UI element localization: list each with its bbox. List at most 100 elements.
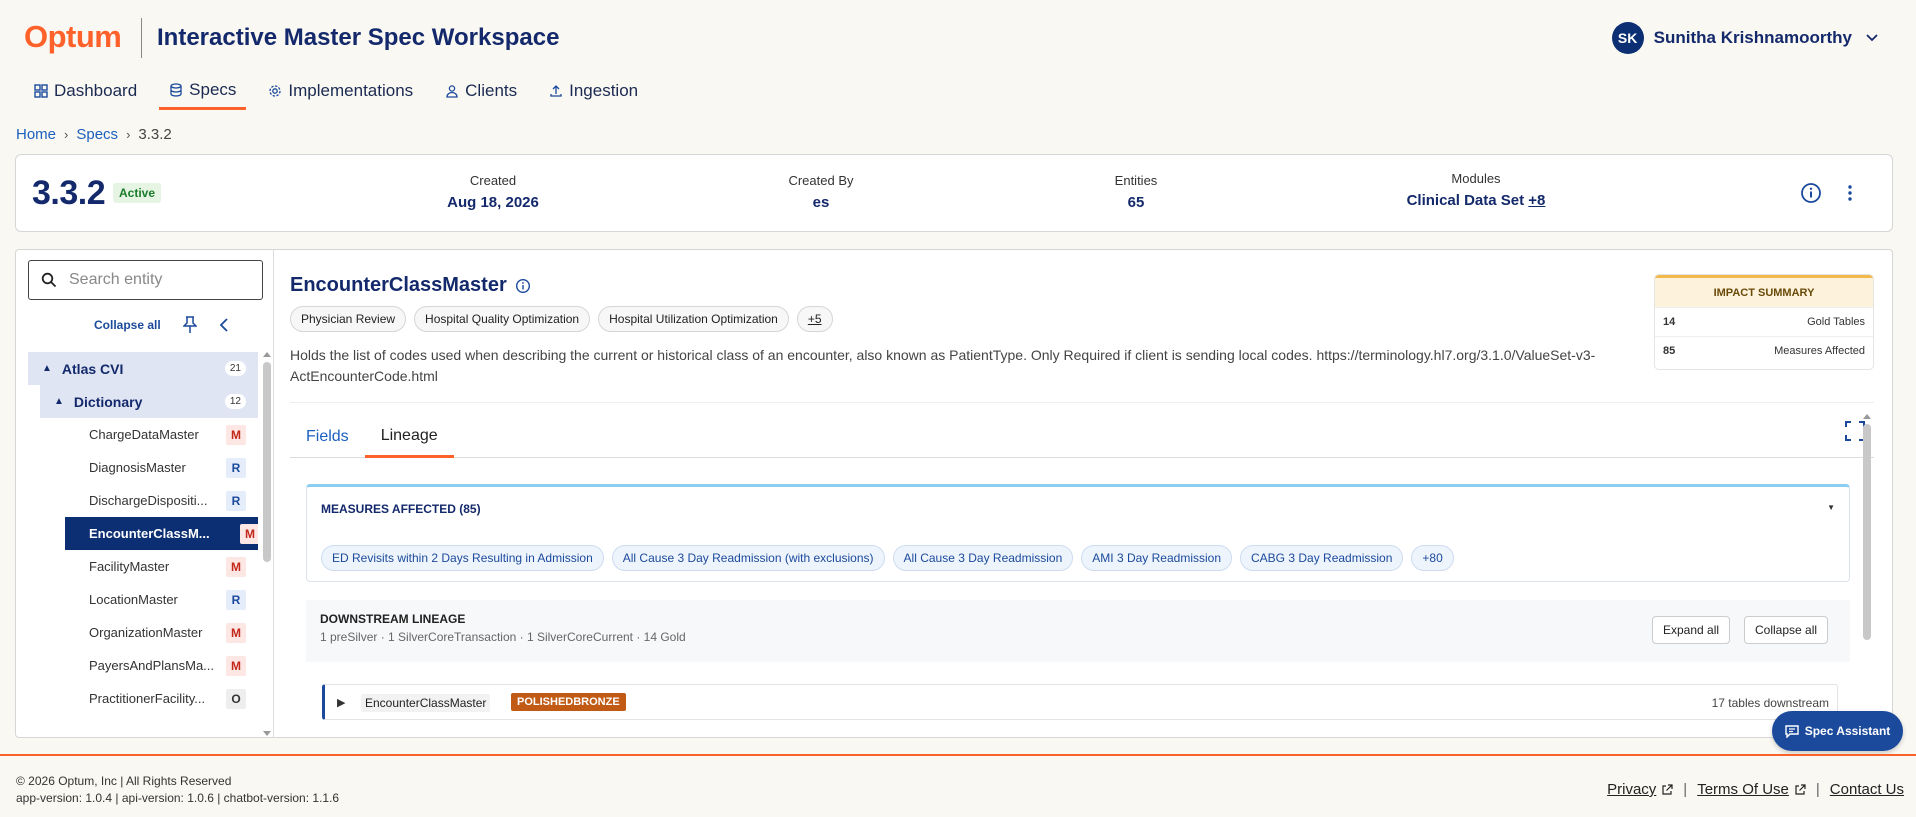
caret-down-icon[interactable]: ▼ bbox=[1827, 503, 1835, 512]
lineage-row[interactable]: ▶ EncounterClassMaster POLISHEDBRONZE 17… bbox=[322, 684, 1838, 720]
tree-subgroup-label: Dictionary bbox=[73, 393, 143, 410]
tree-item[interactable]: DiagnosisMaster R bbox=[28, 451, 258, 484]
caret-right-icon[interactable]: ▶ bbox=[337, 696, 345, 709]
tree-item[interactable]: ChargeDataMaster M bbox=[28, 418, 258, 451]
scrollbar-thumb[interactable] bbox=[263, 362, 271, 562]
layer-badge: POLISHEDBRONZE bbox=[511, 693, 626, 711]
tag-badge: M bbox=[226, 655, 246, 676]
modules-more-link[interactable]: +8 bbox=[1528, 192, 1545, 209]
impact-label: Gold Tables bbox=[1807, 316, 1865, 328]
more-vertical-icon[interactable] bbox=[1840, 183, 1860, 203]
impact-value: 85 bbox=[1663, 345, 1676, 357]
nav-clients[interactable]: Clients bbox=[435, 72, 527, 110]
measures-title: MEASURES AFFECTED (85) bbox=[321, 502, 481, 516]
tree-item[interactable]: OrganizationMaster M bbox=[28, 616, 258, 649]
tree-group-label: Atlas CVI bbox=[61, 360, 124, 377]
status-badge: Active bbox=[113, 183, 162, 203]
nav-specs[interactable]: Specs bbox=[159, 72, 247, 110]
search-box bbox=[28, 260, 263, 300]
tag-badge: M bbox=[240, 523, 258, 544]
privacy-label: Privacy bbox=[1607, 781, 1657, 798]
measures-affected-panel: MEASURES AFFECTED (85) ▼ ED Revisits wit… bbox=[306, 484, 1850, 582]
tree-item-label: PractitionerFacility... bbox=[89, 691, 206, 706]
upload-icon bbox=[550, 85, 562, 97]
nav-label: Specs bbox=[189, 79, 237, 99]
stat-value: Clinical Data Set +8 bbox=[1376, 192, 1576, 209]
privacy-link[interactable]: Privacy bbox=[1607, 781, 1673, 798]
pin-icon[interactable] bbox=[182, 316, 197, 334]
sidebar-scrollbar[interactable] bbox=[262, 350, 272, 736]
tree-group[interactable]: ▲ Atlas CVI 21 bbox=[28, 352, 258, 385]
contact-link[interactable]: Contact Us bbox=[1830, 781, 1904, 798]
more-measures-chip[interactable]: +80 bbox=[1411, 545, 1454, 571]
tab-lineage[interactable]: Lineage bbox=[364, 416, 454, 458]
measure-chip[interactable]: CABG 3 Day Readmission bbox=[1240, 545, 1404, 571]
stat-modules: Modules Clinical Data Set +8 bbox=[1376, 171, 1576, 209]
stat-entities: Entities 65 bbox=[1071, 173, 1201, 211]
tree-item[interactable]: PayersAndPlansMa... M bbox=[28, 649, 258, 682]
footer: © 2026 Optum, Inc | All Rights Reserved … bbox=[0, 754, 1916, 817]
spec-assistant-button[interactable]: Spec Assistant bbox=[1772, 711, 1903, 751]
info-icon[interactable] bbox=[515, 278, 531, 294]
measure-chips: ED Revisits within 2 Days Resulting in A… bbox=[321, 545, 1454, 571]
stat-label: Created bbox=[469, 173, 517, 188]
entity-name: EncounterClassMaster bbox=[290, 274, 507, 296]
count-badge: 21 bbox=[224, 361, 246, 376]
tree-item[interactable]: FacilityMaster M bbox=[28, 550, 258, 583]
tag-badge: R bbox=[226, 589, 246, 610]
content-scrollbar[interactable] bbox=[1862, 412, 1872, 732]
measure-chip[interactable]: All Cause 3 Day Readmission bbox=[892, 545, 1074, 571]
scroll-down-icon[interactable] bbox=[262, 730, 272, 738]
scrollbar-thumb[interactable] bbox=[1863, 424, 1871, 640]
measure-chip[interactable]: AMI 3 Day Readmission bbox=[1081, 545, 1232, 571]
tree-item-label: PayersAndPlansMa... bbox=[89, 658, 215, 673]
breadcrumb-specs[interactable]: Specs bbox=[76, 126, 118, 143]
main-nav: Dashboard Specs Implementations Clients … bbox=[24, 72, 660, 110]
terms-link[interactable]: Terms Of Use bbox=[1697, 781, 1806, 798]
tree-item-label: DiagnosisMaster bbox=[89, 460, 186, 475]
downstream-lineage-header: DOWNSTREAM LINEAGE 1 preSilver · 1 Silve… bbox=[306, 600, 1850, 662]
tag-badge: M bbox=[226, 424, 246, 445]
entity-tree: ▲ Atlas CVI 21 ▲ Dictionary 12 ChargeDat… bbox=[28, 352, 258, 732]
entity-sidebar: Collapse all ▲ Atlas CVI 21 ▲ Dictionary… bbox=[16, 250, 274, 737]
measure-chip[interactable]: ED Revisits within 2 Days Resulting in A… bbox=[321, 545, 604, 571]
info-icon[interactable] bbox=[1800, 182, 1822, 204]
tree-item[interactable]: PractitionerFacility... O bbox=[28, 682, 258, 715]
tree-subgroup[interactable]: ▲ Dictionary 12 bbox=[40, 385, 258, 418]
nav-implementations[interactable]: Implementations bbox=[258, 72, 423, 110]
tag-badge: O bbox=[226, 688, 246, 709]
entity-title: EncounterClassMaster bbox=[290, 274, 531, 297]
impact-summary-title: IMPACT SUMMARY bbox=[1655, 275, 1873, 307]
breadcrumb-home[interactable]: Home bbox=[16, 126, 56, 143]
collapse-all-button[interactable]: Collapse all bbox=[1744, 616, 1829, 644]
chevron-down-icon[interactable] bbox=[1862, 28, 1882, 48]
chevron-right-icon: › bbox=[64, 127, 69, 142]
chevron-right-icon: › bbox=[126, 127, 131, 142]
collapse-all-link[interactable]: Collapse all bbox=[94, 318, 161, 332]
user-menu[interactable]: SK Sunitha Krishnamoorthy bbox=[1611, 22, 1882, 54]
tag-badge: M bbox=[226, 556, 246, 577]
stat-value: 65 bbox=[1127, 194, 1145, 211]
nav-ingestion[interactable]: Ingestion bbox=[539, 72, 648, 110]
more-chips-button[interactable]: +5 bbox=[796, 306, 833, 332]
scroll-up-icon[interactable] bbox=[1862, 412, 1872, 420]
caret-up-icon: ▲ bbox=[42, 363, 52, 374]
spec-summary-card: 3.3.2 Active Created Aug 18, 2026 Create… bbox=[15, 154, 1893, 232]
app-header: Optum Interactive Master Spec Workspace … bbox=[0, 0, 1916, 110]
tree-item[interactable]: DischargeDispositi... R bbox=[28, 484, 258, 517]
more-chips-label: +5 bbox=[807, 312, 822, 326]
search-input[interactable] bbox=[69, 271, 239, 289]
database-icon bbox=[170, 82, 182, 97]
tree-item-label: FacilityMaster bbox=[89, 559, 170, 574]
expand-all-button[interactable]: Expand all bbox=[1652, 616, 1731, 644]
copyright: © 2026 Optum, Inc | All Rights Reserved bbox=[16, 774, 232, 788]
user-icon bbox=[446, 85, 458, 98]
tab-fields[interactable]: Fields bbox=[290, 416, 365, 458]
nav-dashboard[interactable]: Dashboard bbox=[24, 72, 147, 110]
chevron-left-icon[interactable] bbox=[219, 318, 229, 332]
tree-item[interactable]: LocationMaster R bbox=[28, 583, 258, 616]
tree-item-selected[interactable]: EncounterClassM... M bbox=[65, 517, 258, 550]
measure-chip[interactable]: All Cause 3 Day Readmission (with exclus… bbox=[611, 545, 885, 571]
optum-logo[interactable]: Optum bbox=[24, 19, 122, 55]
scroll-up-icon[interactable] bbox=[262, 350, 272, 358]
